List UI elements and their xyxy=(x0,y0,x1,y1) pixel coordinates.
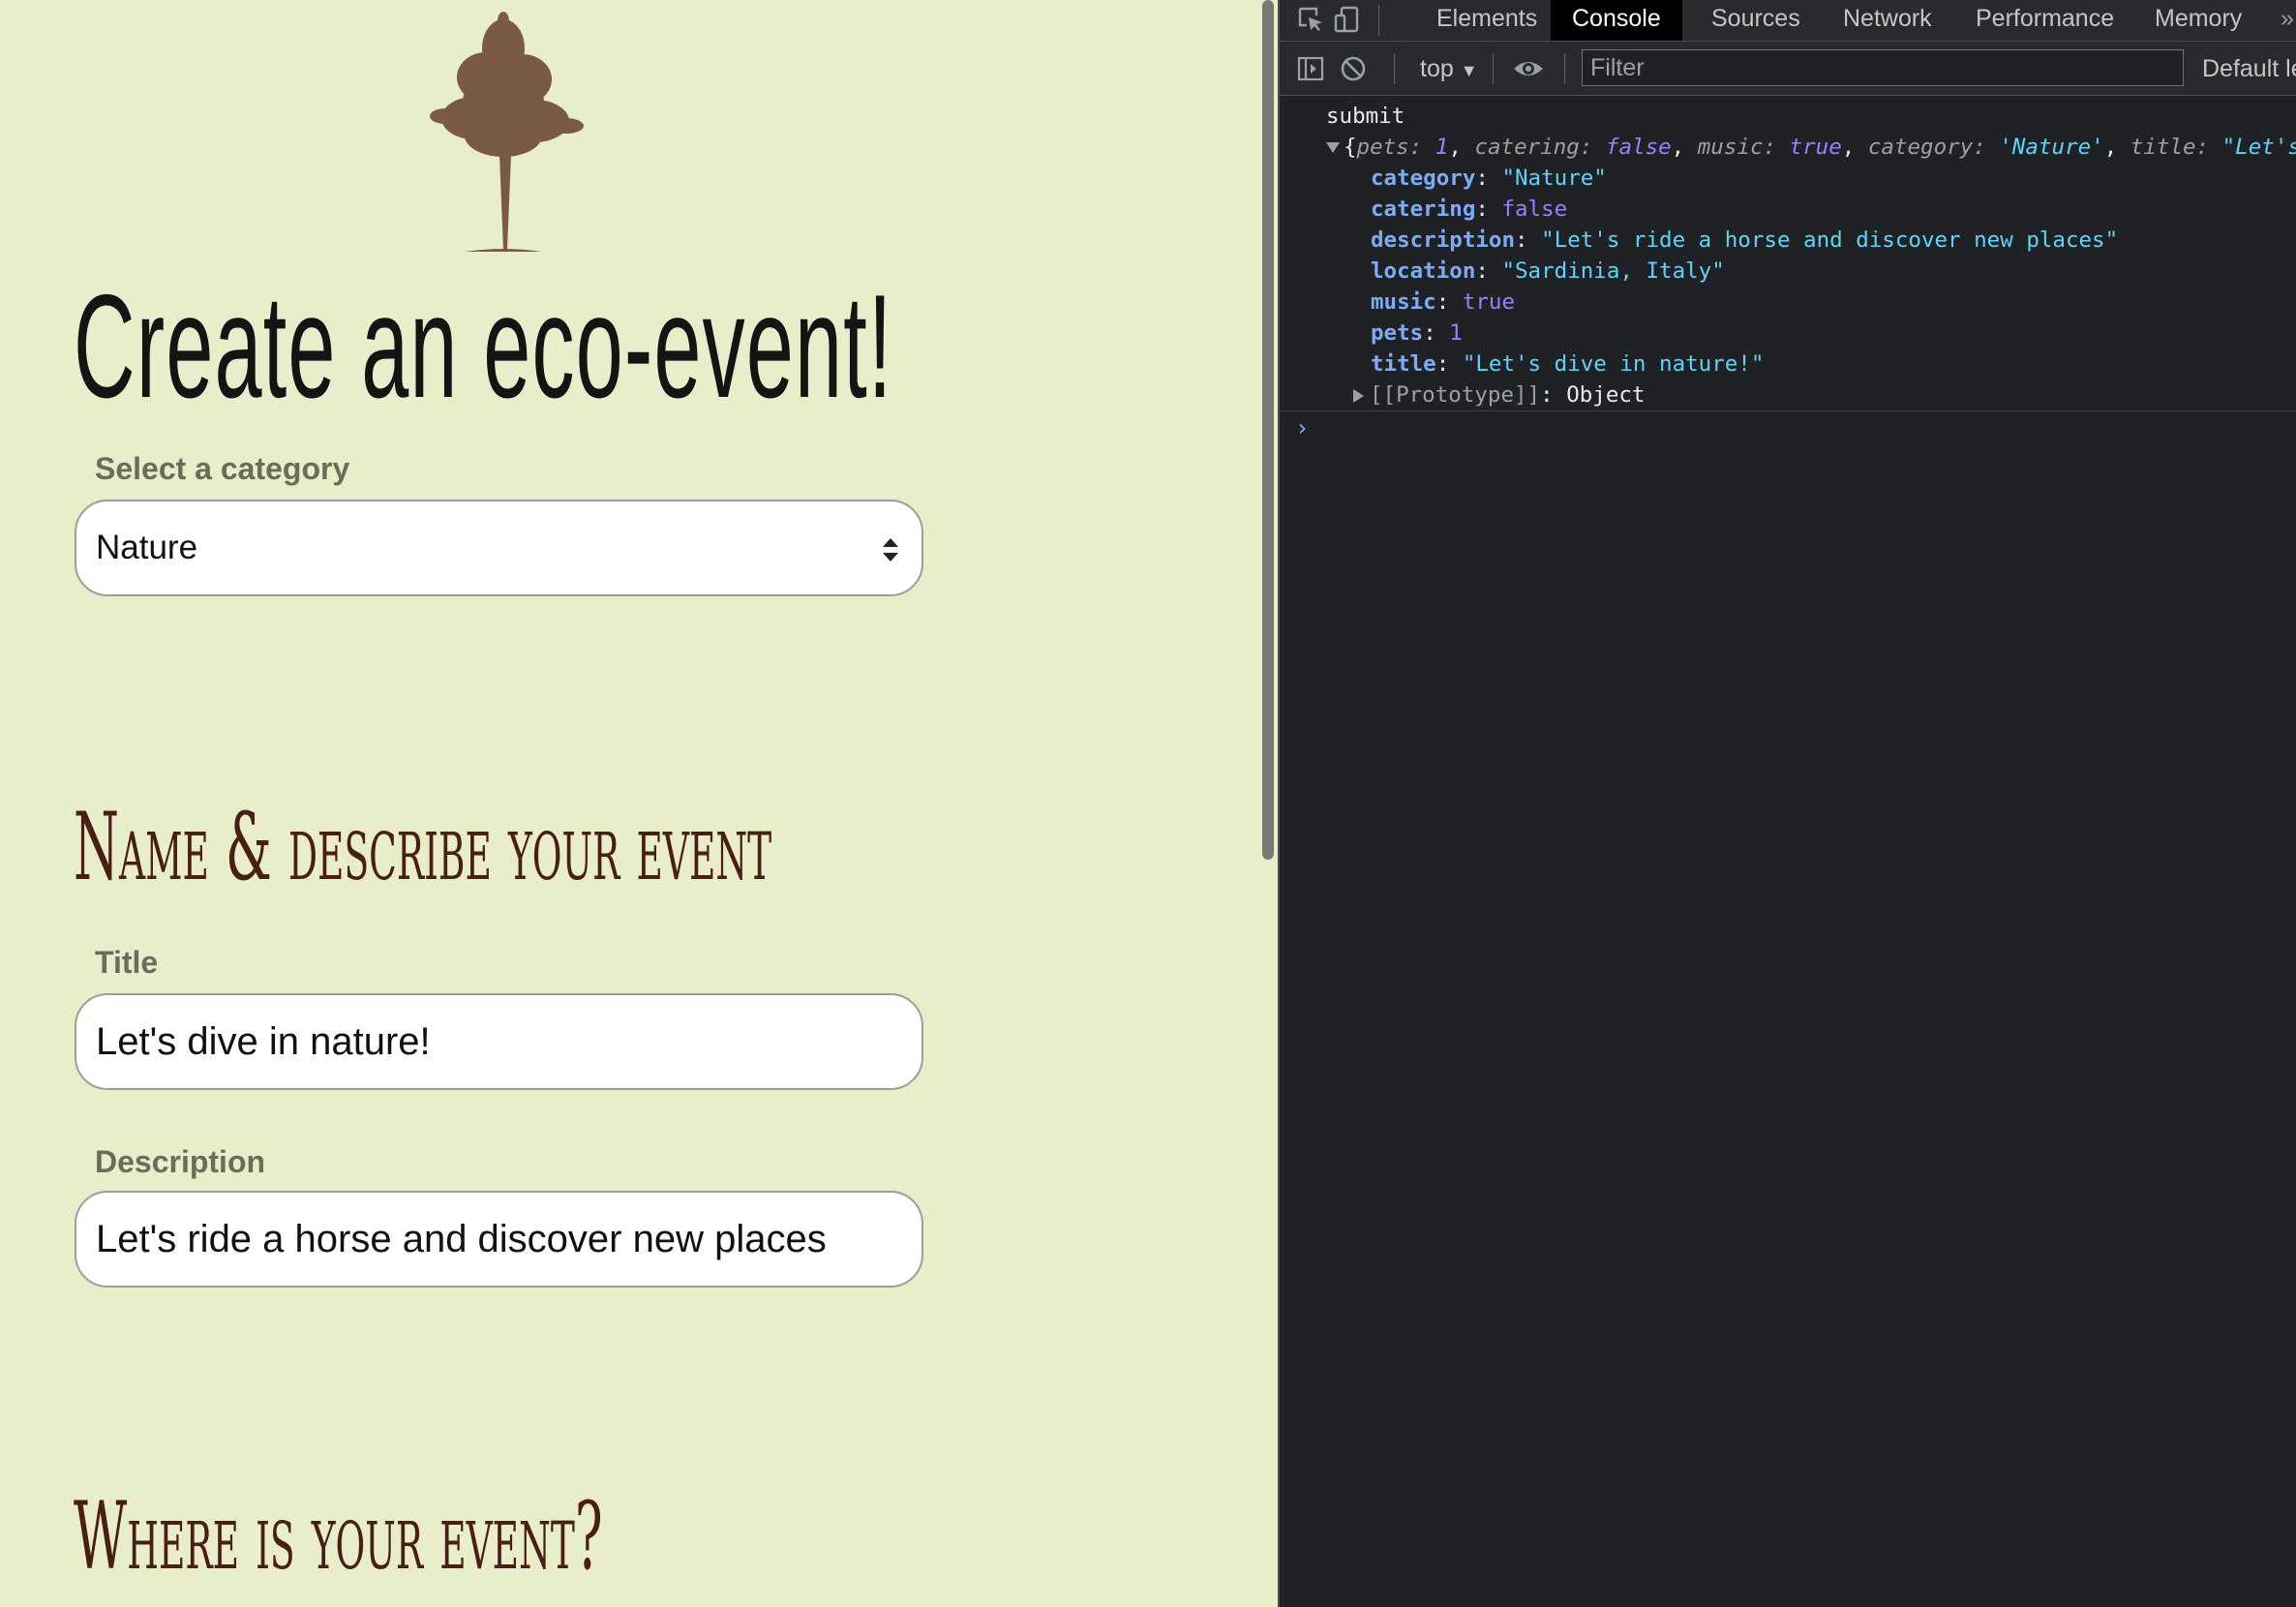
context-selector-value: top xyxy=(1420,55,1454,82)
live-expression-eye-icon[interactable] xyxy=(1512,55,1545,82)
inspect-element-icon[interactable] xyxy=(1297,6,1324,33)
console-object-preview[interactable]: {pets: 1, catering: false, music: true, … xyxy=(1326,132,2296,163)
console-property-row: pets: 1 xyxy=(1371,320,1463,346)
chevron-double-right-icon[interactable]: » xyxy=(2281,0,2294,41)
title-input[interactable]: Let's dive in nature! xyxy=(75,993,923,1090)
page-title: Create an eco-event! xyxy=(74,264,893,429)
console-token: Object xyxy=(1566,382,1646,408)
device-toolbar-icon[interactable] xyxy=(1334,6,1361,33)
console-token: 1 xyxy=(1449,320,1463,346)
console-log-label: submit xyxy=(1326,101,2296,132)
console-property-row: category: "Nature" xyxy=(1371,166,1607,191)
console-token: false xyxy=(1605,135,1672,160)
tab-network[interactable]: Network xyxy=(1843,0,1932,41)
console-output: submit {pets: 1, catering: false, music:… xyxy=(1280,97,2296,500)
console-property-row: music: true xyxy=(1371,289,1516,315)
tree-logo-icon xyxy=(430,12,584,252)
log-levels-dropdown[interactable]: Default le xyxy=(2202,42,2296,96)
console-token: "Let's xyxy=(2221,135,2296,160)
section-heading-name: Name & describe your event xyxy=(74,793,772,901)
console-divider xyxy=(1280,410,2296,411)
console-token: "Let's dive in nature!" xyxy=(1462,351,1765,377)
description-input[interactable]: Let's ride a horse and discover new plac… xyxy=(75,1191,923,1288)
toolbar-separator xyxy=(1394,53,1395,84)
scrollbar-thumb[interactable] xyxy=(1262,0,1274,860)
event-form-page: Create an eco-event! Select a category N… xyxy=(0,0,1258,1607)
console-token: music xyxy=(1697,135,1764,160)
tab-console[interactable]: Console xyxy=(1551,0,1682,41)
console-token: music xyxy=(1371,289,1436,315)
toolbar-separator xyxy=(1493,53,1494,84)
title-label: Title xyxy=(95,945,159,980)
console-token: location xyxy=(1371,258,1476,284)
console-toolbar: top ▼ Filter Default le xyxy=(1280,42,2296,96)
console-token: title xyxy=(2130,135,2196,160)
console-token: catering xyxy=(1371,197,1476,222)
category-select[interactable]: Nature xyxy=(75,500,923,596)
tab-sources[interactable]: Sources xyxy=(1711,0,1800,41)
console-token: category xyxy=(1867,135,1974,160)
console-token: pets xyxy=(1371,320,1424,346)
section-heading-where: Where is your event? xyxy=(74,1482,603,1591)
console-token: 'Nature' xyxy=(1999,135,2104,160)
tab-memory[interactable]: Memory xyxy=(2155,0,2242,41)
toolbar-separator xyxy=(1378,5,1379,36)
console-property-row: title: "Let's dive in nature!" xyxy=(1371,351,1765,377)
page-scrollbar[interactable] xyxy=(1258,0,1278,1607)
console-token: catering xyxy=(1474,135,1580,160)
category-label: Select a category xyxy=(95,451,350,486)
dropdown-arrow-icon: ▼ xyxy=(1460,61,1478,80)
console-token: false xyxy=(1501,197,1568,222)
description-input-value: Let's ride a horse and discover new plac… xyxy=(96,1218,827,1260)
devtools-tab-bar: Elements Console Sources Network Perform… xyxy=(1280,0,2296,42)
tab-performance[interactable]: Performance xyxy=(1976,0,2114,41)
sidebar-toggle-icon[interactable] xyxy=(1297,55,1324,82)
context-selector[interactable]: top ▼ xyxy=(1420,42,1478,98)
toolbar-separator xyxy=(1564,53,1565,84)
console-token: category xyxy=(1371,166,1476,191)
console-token: [[Prototype]] xyxy=(1370,382,1541,408)
category-selected-value: Nature xyxy=(96,529,198,566)
console-token: 1 xyxy=(1435,135,1449,160)
console-property-row: description: "Let's ride a horse and dis… xyxy=(1371,227,2119,253)
description-label: Description xyxy=(95,1144,266,1179)
console-token: title xyxy=(1371,351,1436,377)
expand-triangle-icon[interactable] xyxy=(1353,388,1364,403)
devtools-panel: Elements Console Sources Network Perform… xyxy=(1278,0,2296,1607)
console-token: "Nature" xyxy=(1501,166,1607,191)
console-property-row: catering: false xyxy=(1371,197,1568,222)
console-token: "Let's ride a horse and discover new pla… xyxy=(1541,227,2119,253)
select-arrows-icon xyxy=(883,538,898,561)
console-property-row: location: "Sardinia, Italy" xyxy=(1371,258,1725,284)
console-filter-input[interactable]: Filter xyxy=(1582,49,2184,86)
console-prompt-icon[interactable]: › xyxy=(1295,414,1309,441)
console-prototype-row[interactable]: [[Prototype]]: Object xyxy=(1353,379,2296,410)
filter-placeholder: Filter xyxy=(1590,54,1645,81)
console-token: description xyxy=(1371,227,1516,253)
clear-console-icon[interactable] xyxy=(1340,55,1367,82)
tab-elements[interactable]: Elements xyxy=(1436,0,1537,41)
expand-triangle-icon[interactable] xyxy=(1326,142,1340,153)
console-token: "Sardinia, Italy" xyxy=(1501,258,1725,284)
log-label-text: submit xyxy=(1326,104,1405,129)
console-token: pets xyxy=(1356,135,1409,160)
title-input-value: Let's dive in nature! xyxy=(96,1020,431,1063)
console-token: true xyxy=(1462,289,1516,315)
console-token: true xyxy=(1789,135,1842,160)
